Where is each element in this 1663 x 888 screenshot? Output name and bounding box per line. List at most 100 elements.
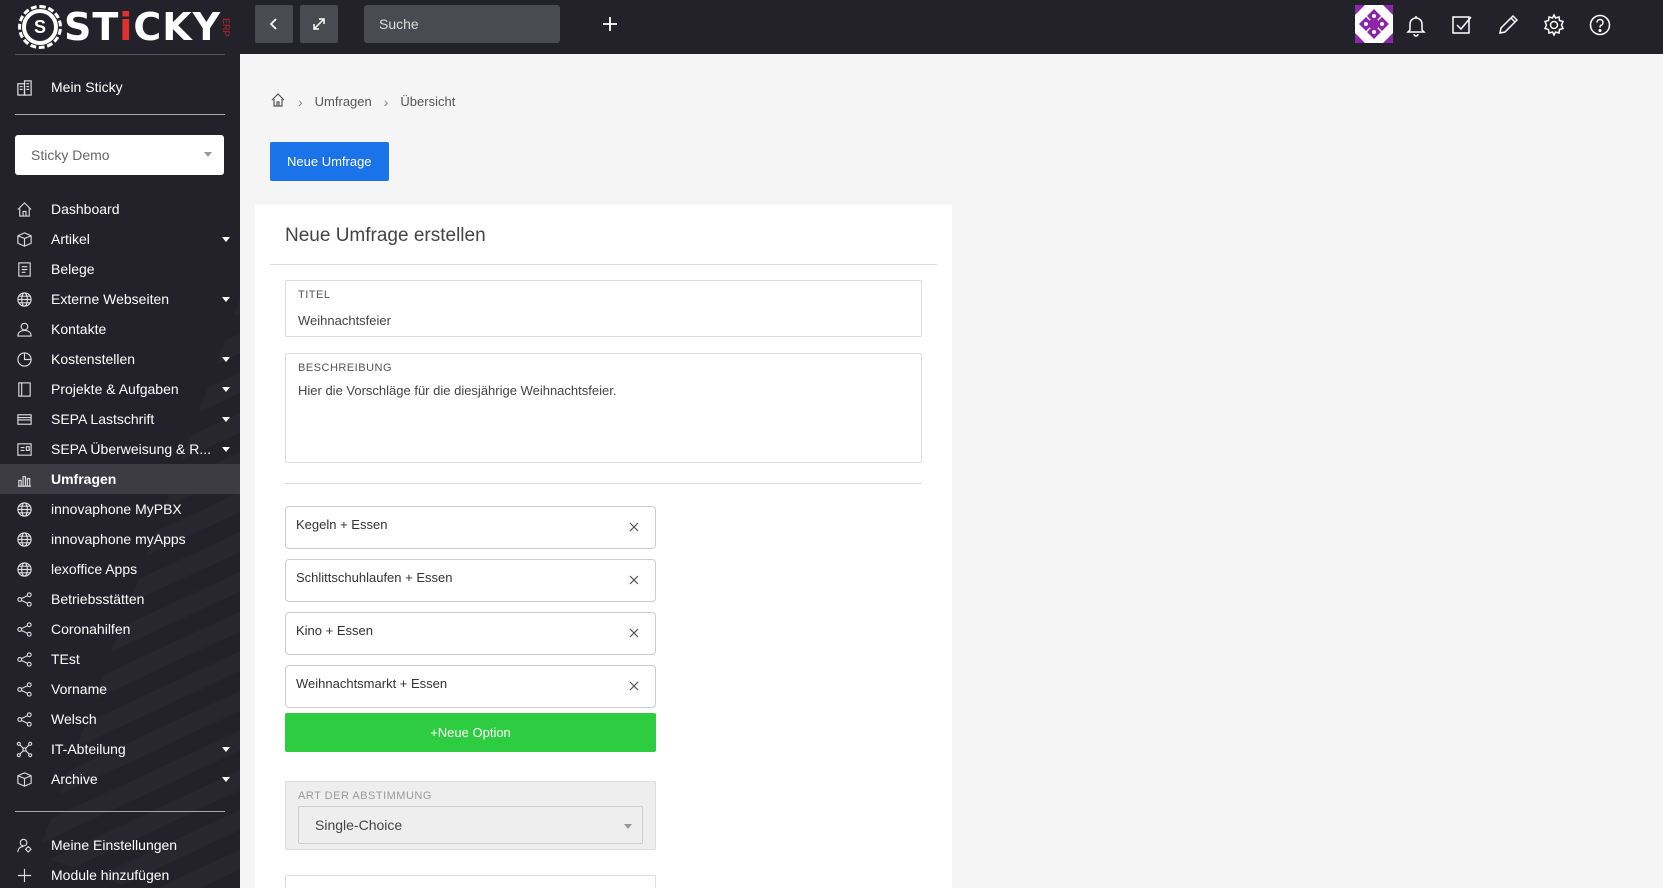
sidebar-item-module-hinzufuegen[interactable]: Module hinzufügen xyxy=(0,860,240,888)
avatar[interactable] xyxy=(1355,5,1393,43)
sidebar-item-betriebsstaetten[interactable]: Betriebsstätten xyxy=(0,584,240,614)
close-icon[interactable] xyxy=(627,520,641,534)
card-title: Neue Umfrage erstellen xyxy=(285,225,486,246)
sidebar-item-mein-sticky[interactable]: Mein Sticky xyxy=(0,72,240,102)
chevron-down-icon xyxy=(222,446,230,452)
globe-icon xyxy=(15,290,33,308)
option-text: Kegeln + Essen xyxy=(296,517,388,532)
back-button[interactable] xyxy=(255,5,293,43)
sidebar-item-welsch[interactable]: Welsch xyxy=(0,704,240,734)
divider xyxy=(270,264,937,265)
sidebar-item-archive[interactable]: Archive xyxy=(0,764,240,794)
option-text: Kino + Essen xyxy=(296,623,373,638)
help-icon xyxy=(1589,14,1611,36)
sidebar-item-kontakte[interactable]: Kontakte xyxy=(0,314,240,344)
sidebar-item-sepa-lastschrift[interactable]: SEPA Lastschrift xyxy=(0,404,240,434)
bell-icon xyxy=(1406,16,1426,37)
tasks-button[interactable] xyxy=(1448,10,1476,40)
vote-type-field: ART DER ABSTIMMUNG Single-Choice xyxy=(285,781,656,850)
sidebar-item-externe-webseiten[interactable]: Externe Webseiten xyxy=(0,284,240,314)
chevron-down-icon xyxy=(222,356,230,362)
sidebar-item-coronahilfen[interactable]: Coronahilfen xyxy=(0,614,240,644)
sidebar-item-label: Kostenstellen xyxy=(51,351,136,367)
vote-type-label: ART DER ABSTIMMUNG xyxy=(298,790,432,802)
box-icon xyxy=(15,230,33,248)
app-logo[interactable]: S STiCKY ERP xyxy=(18,4,231,50)
globe-icon xyxy=(15,500,33,518)
sidebar-item-label: Externe Webseiten xyxy=(51,291,170,307)
chevron-down-icon xyxy=(222,386,230,392)
organization-select-value: Sticky Demo xyxy=(31,147,110,163)
option-field[interactable]: Schlittschuhlaufen + Essen xyxy=(285,559,656,602)
expand-button[interactable] xyxy=(300,5,338,43)
sidebar: S STiCKY ERP Mein Sticky Sticky Demo Das… xyxy=(0,0,240,888)
new-survey-button[interactable]: Neue Umfrage xyxy=(270,142,389,181)
close-icon[interactable] xyxy=(627,679,641,693)
logo-text: STiCKY xyxy=(64,5,222,49)
sidebar-item-innovaphone-myapps[interactable]: innovaphone myApps xyxy=(0,524,240,554)
breadcrumb-item-umfragen[interactable]: Umfragen xyxy=(315,94,372,109)
plus-icon xyxy=(603,17,617,31)
home-icon xyxy=(15,200,33,218)
sidebar-item-label: innovaphone MyPBX xyxy=(51,501,182,517)
vote-type-value: Single-Choice xyxy=(315,817,403,833)
chevron-right-icon: › xyxy=(298,93,303,110)
create-survey-card: Neue Umfrage erstellen TITEL Weihnachtsf… xyxy=(255,205,952,888)
divider xyxy=(15,54,225,55)
sidebar-item-umfragen[interactable]: Umfragen xyxy=(0,464,240,494)
sidebar-nav: Dashboard Artikel Belege Externe Webseiten K… xyxy=(0,194,240,794)
globe-icon xyxy=(15,560,33,578)
option-field[interactable]: Kino + Essen xyxy=(285,612,656,655)
sidebar-item-dashboard[interactable]: Dashboard xyxy=(0,194,240,224)
help-button[interactable] xyxy=(1586,10,1614,40)
sidebar-item-sepa-ueberweisung-r[interactable]: SEPA Überweisung & R... xyxy=(0,434,240,464)
new-option-button[interactable]: +Neue Option xyxy=(285,713,656,752)
sidebar-item-vorname[interactable]: Vorname xyxy=(0,674,240,704)
sidebar-item-kostenstellen[interactable]: Kostenstellen xyxy=(0,344,240,374)
vote-type-select[interactable]: Single-Choice xyxy=(298,806,643,844)
sidebar-item-label: lexoffice Apps xyxy=(51,561,138,577)
sidebar-item-projekte-aufgaben[interactable]: Projekte & Aufgaben xyxy=(0,374,240,404)
description-field[interactable]: BESCHREIBUNG Hier die Vorschläge für die… xyxy=(285,353,922,463)
search-input[interactable] xyxy=(364,5,560,43)
settings-button[interactable] xyxy=(1540,10,1568,40)
organization-select[interactable]: Sticky Demo xyxy=(15,135,224,175)
share-icon xyxy=(15,590,33,608)
chevron-down-icon xyxy=(222,776,230,782)
sidebar-item-innovaphone-mypbx[interactable]: innovaphone MyPBX xyxy=(0,494,240,524)
sidebar-item-test[interactable]: TEst xyxy=(0,644,240,674)
option-field[interactable]: Weihnachtsmarkt + Essen xyxy=(285,665,656,708)
add-button[interactable] xyxy=(596,10,624,38)
option-text: Schlittschuhlaufen + Essen xyxy=(296,570,453,585)
sidebar-item-label: Welsch xyxy=(51,711,97,727)
breadcrumb: › Umfragen › Übersicht xyxy=(270,92,455,111)
box-icon xyxy=(15,770,33,788)
title-label: TITEL xyxy=(298,289,331,301)
sidebar-item-meine-einstellungen[interactable]: Meine Einstellungen xyxy=(0,830,240,860)
title-field[interactable]: TITEL Weihnachtsfeier xyxy=(285,280,922,337)
sidebar-item-label: Artikel xyxy=(51,231,90,247)
sidebar-item-it-abteilung[interactable]: IT-Abteilung xyxy=(0,734,240,764)
identicon-icon xyxy=(1355,5,1393,43)
book-icon xyxy=(15,380,33,398)
notifications-button[interactable] xyxy=(1402,10,1430,40)
pie-icon xyxy=(15,350,33,368)
option-field[interactable]: Kegeln + Essen xyxy=(285,506,656,549)
share-icon xyxy=(15,650,33,668)
close-icon[interactable] xyxy=(627,626,641,640)
plus-icon xyxy=(15,866,33,884)
sidebar-item-label: IT-Abteilung xyxy=(51,741,126,757)
user-settings-icon xyxy=(15,836,33,854)
top-bar xyxy=(240,0,1663,54)
sidebar-item-label: Vorname xyxy=(51,681,108,697)
close-icon[interactable] xyxy=(627,573,641,587)
sidebar-item-artikel[interactable]: Artikel xyxy=(0,224,240,254)
next-field[interactable] xyxy=(285,875,656,888)
home-icon[interactable] xyxy=(270,92,286,111)
transfer-icon xyxy=(15,440,33,458)
sidebar-item-lexoffice-apps[interactable]: lexoffice Apps xyxy=(0,554,240,584)
sidebar-item-belege[interactable]: Belege xyxy=(0,254,240,284)
edit-button[interactable] xyxy=(1494,10,1522,40)
divider xyxy=(15,811,225,812)
logo-gear-icon: S xyxy=(18,5,62,49)
